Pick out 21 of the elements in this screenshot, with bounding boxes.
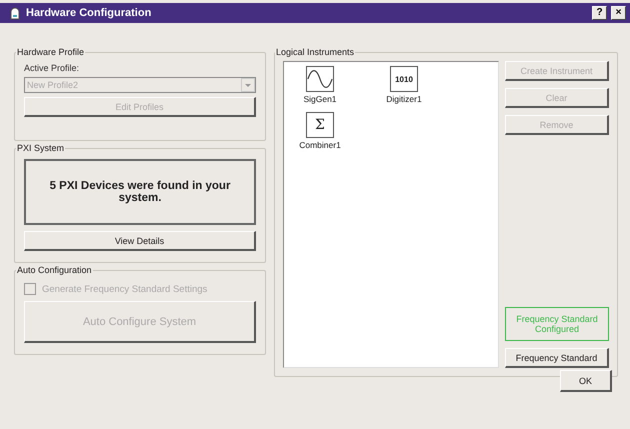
bell-icon [8, 6, 22, 20]
checkbox-label: Generate Frequency Standard Settings [42, 284, 208, 294]
view-details-button[interactable]: View Details [24, 231, 256, 251]
group-title: Logical Instruments [275, 47, 356, 57]
help-button[interactable]: ? [592, 6, 607, 20]
group-title: Hardware Profile [16, 47, 86, 57]
binary-digits-icon[interactable]: 1010 [390, 66, 418, 92]
instrument-label: SigGen1 [303, 94, 337, 104]
instrument-label: Combiner1 [299, 140, 341, 150]
instrument-label: Digitizer1 [386, 94, 422, 104]
sigma-icon[interactable]: Σ [306, 112, 334, 138]
group-title: Auto Configuration [16, 265, 93, 275]
group-title: PXI System [16, 143, 66, 153]
frequency-standard-button[interactable]: Frequency Standard [505, 348, 609, 368]
status-indicator: Frequency Standard Configured [505, 307, 609, 341]
devices-found-message: 5 PXI Devices were found in your system. [24, 159, 256, 225]
sine-wave-icon[interactable] [306, 66, 334, 92]
close-button[interactable]: × [611, 6, 626, 20]
ok-button[interactable]: OK [560, 370, 612, 392]
field-label: Active Profile: [24, 63, 80, 73]
window-title: Hardware Configuration [26, 7, 152, 19]
